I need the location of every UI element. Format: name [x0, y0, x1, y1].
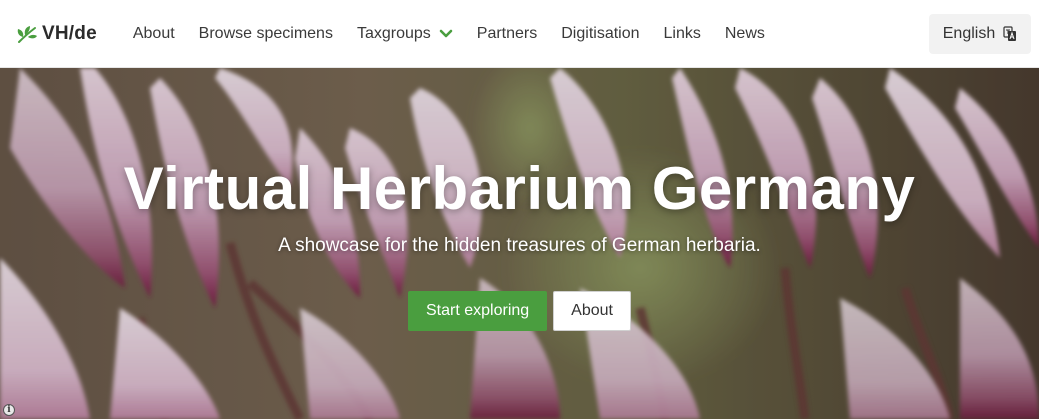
chevron-down-icon: [439, 29, 453, 39]
nav-item-taxgroups[interactable]: Taxgroups: [345, 25, 465, 43]
nav-item-links[interactable]: Links: [652, 25, 713, 43]
language-label: English: [942, 25, 996, 42]
start-exploring-button[interactable]: Start exploring: [408, 291, 548, 331]
nav-item-partners[interactable]: Partners: [465, 25, 549, 43]
hero-section: Virtual Herbarium Germany A showcase for…: [0, 68, 1039, 419]
about-button[interactable]: About: [553, 291, 631, 331]
leaf-icon: [16, 23, 38, 45]
top-navbar: VH/de About Browse specimens Taxgroups P…: [0, 0, 1039, 68]
nav-item-news[interactable]: News: [713, 25, 777, 43]
brand-name: VH/de: [42, 22, 97, 44]
hero-buttons: Start exploring About: [0, 291, 1039, 331]
nav-item-taxgroups-label: Taxgroups: [356, 24, 431, 42]
brand-home-link[interactable]: VH/de: [16, 23, 97, 45]
translate-icon: [1003, 26, 1017, 42]
hero-subtitle: A showcase for the hidden treasures of G…: [278, 235, 761, 256]
nav-item-about[interactable]: About: [121, 25, 187, 43]
nav-item-browse-specimens[interactable]: Browse specimens: [187, 25, 345, 43]
hero-title: Virtual Herbarium Germany: [123, 155, 916, 222]
nav-links: About Browse specimens Taxgroups Partner…: [121, 25, 777, 43]
language-selector[interactable]: English: [929, 14, 1031, 54]
info-icon[interactable]: i: [3, 404, 15, 416]
nav-item-digitisation[interactable]: Digitisation: [549, 25, 651, 43]
